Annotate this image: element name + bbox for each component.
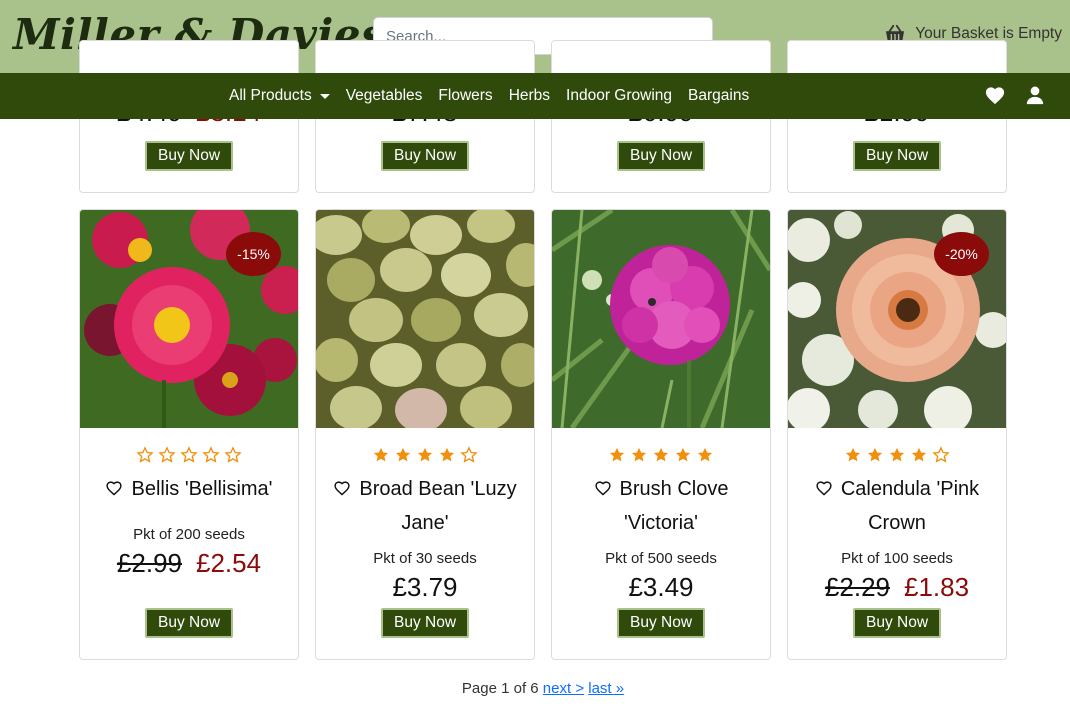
star-rating	[80, 446, 298, 464]
star-filled-icon	[845, 447, 861, 462]
buy-now-button[interactable]: Buy Now	[853, 141, 941, 171]
last-page-link[interactable]: last »	[588, 680, 624, 697]
buy-now-button[interactable]: Buy Now	[145, 608, 233, 638]
star-filled-icon	[609, 447, 625, 462]
price: £3.49	[628, 572, 694, 602]
star-filled-icon	[417, 447, 433, 462]
buy-now-button[interactable]: Buy Now	[617, 608, 705, 638]
discount-badge: -15%	[226, 232, 281, 276]
product-image[interactable]	[552, 210, 770, 428]
buy-now-button[interactable]: Buy Now	[381, 608, 469, 638]
price: £3.79	[392, 572, 458, 602]
pagination: Page 1 of 6 next > last »	[0, 680, 1070, 697]
star-filled-icon	[889, 447, 905, 462]
nav-herbs[interactable]: Herbs	[509, 87, 550, 105]
discount-badge: -20%	[934, 232, 989, 276]
nav-indoor-growing[interactable]: Indoor Growing	[566, 87, 672, 105]
star-empty-icon	[136, 446, 154, 463]
page-indicator: Page 1 of 6	[461, 680, 539, 697]
product-image[interactable]: -15%	[80, 210, 298, 428]
nav-bargains[interactable]: Bargains	[688, 87, 749, 105]
buy-now-button[interactable]: Buy Now	[381, 141, 469, 171]
wishlist-heart-icon[interactable]	[333, 480, 351, 496]
product-image[interactable]	[316, 210, 534, 428]
star-filled-icon	[653, 447, 669, 462]
product-title[interactable]: Calendula 'Pink Crown	[798, 472, 996, 540]
product-card[interactable]: -15% Bellis 'Bellisima' Pkt of 200 seeds…	[79, 209, 299, 660]
product-card[interactable]: Brush Clove 'Victoria' Pkt of 500 seeds …	[551, 209, 771, 660]
buy-now-button[interactable]: Buy Now	[145, 141, 233, 171]
star-empty-icon	[202, 446, 220, 463]
product-title[interactable]: Broad Bean 'Luzy Jane'	[326, 472, 524, 540]
star-filled-icon	[373, 447, 389, 462]
packet-size: Pkt of 500 seeds	[605, 550, 717, 567]
product-card[interactable]: -20% Calendula 'Pink Crown Pkt of 100 se…	[787, 209, 1007, 660]
product-card[interactable]: Broad Bean 'Luzy Jane' Pkt of 30 seeds £…	[315, 209, 535, 660]
star-filled-icon	[867, 447, 883, 462]
product-title[interactable]: Bellis 'Bellisima'	[90, 472, 288, 506]
chevron-down-icon	[319, 93, 330, 99]
nav-flowers[interactable]: Flowers	[438, 87, 492, 105]
price: £2.29 £1.83	[824, 572, 970, 602]
star-empty-icon	[158, 446, 176, 463]
star-filled-icon	[675, 447, 691, 462]
packet-size: Pkt of 100 seeds	[841, 550, 953, 567]
star-rating	[788, 446, 1006, 464]
product-image[interactable]: -20%	[788, 210, 1006, 428]
star-rating	[316, 446, 534, 464]
packet-size: Pkt of 200 seeds	[133, 526, 245, 543]
heart-icon[interactable]	[984, 85, 1006, 105]
wishlist-heart-icon[interactable]	[594, 480, 612, 496]
buy-now-button[interactable]: Buy Now	[617, 141, 705, 171]
star-empty-icon	[460, 446, 478, 463]
main-nav: All Products Vegetables Flowers Herbs In…	[0, 73, 1070, 119]
product-title[interactable]: Brush Clove 'Victoria'	[562, 472, 760, 540]
user-icon[interactable]	[1024, 85, 1046, 105]
star-filled-icon	[395, 447, 411, 462]
star-filled-icon	[439, 447, 455, 462]
star-filled-icon	[697, 447, 713, 462]
star-empty-icon	[932, 446, 950, 463]
price: £2.99 £2.54	[116, 548, 262, 578]
star-filled-icon	[631, 447, 647, 462]
star-empty-icon	[224, 446, 242, 463]
wishlist-heart-icon[interactable]	[105, 480, 123, 496]
nav-all-products[interactable]: All Products	[229, 87, 330, 105]
packet-size: Pkt of 30 seeds	[373, 550, 477, 567]
star-rating	[552, 446, 770, 464]
wishlist-heart-icon[interactable]	[815, 480, 833, 496]
buy-now-button[interactable]: Buy Now	[853, 608, 941, 638]
next-page-link[interactable]: next >	[543, 680, 584, 697]
nav-vegetables[interactable]: Vegetables	[346, 87, 423, 105]
star-filled-icon	[911, 447, 927, 462]
star-empty-icon	[180, 446, 198, 463]
